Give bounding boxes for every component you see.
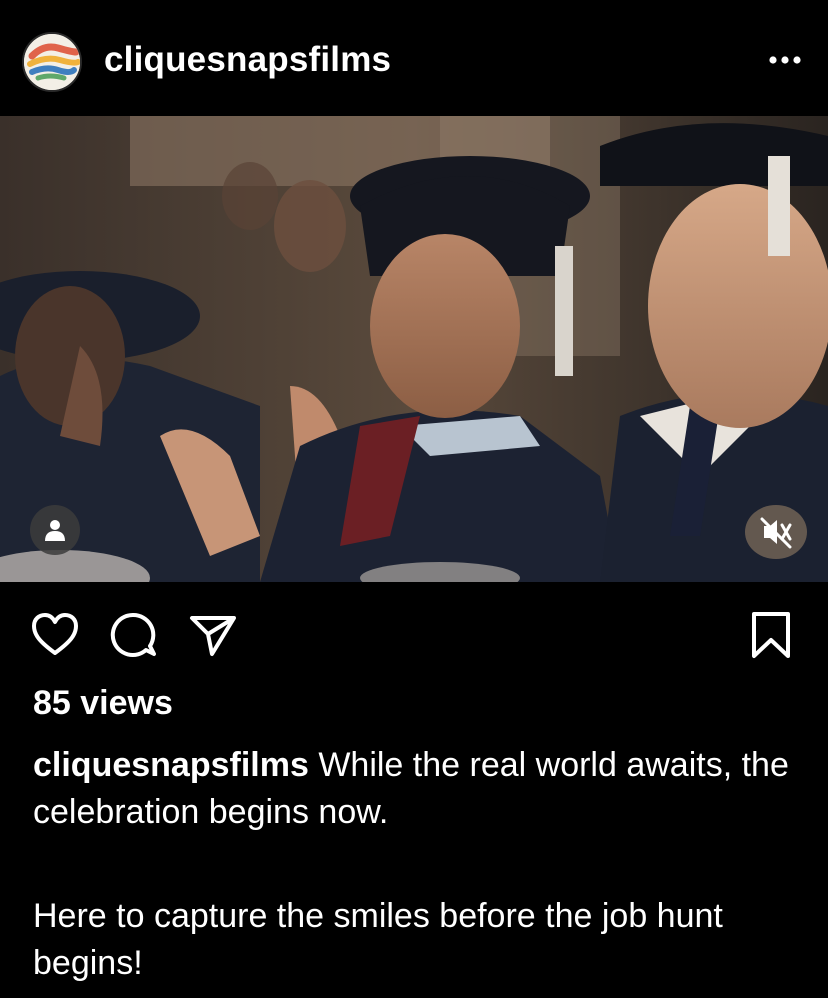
user-tag-icon <box>45 520 65 541</box>
video-frame-illustration <box>0 116 828 582</box>
post-actions <box>0 582 828 678</box>
speaker-muted-icon <box>745 505 807 559</box>
send-icon[interactable] <box>188 610 238 660</box>
tagged-users-button[interactable] <box>30 505 80 555</box>
post-video[interactable] <box>0 116 828 582</box>
caption-username[interactable]: cliquesnapsfilms <box>33 746 309 784</box>
profile-avatar[interactable] <box>22 32 82 92</box>
post-header: cliquesnapsfilms <box>0 0 828 116</box>
more-options-icon[interactable] <box>765 48 805 72</box>
bookmark-icon[interactable] <box>746 610 796 660</box>
heart-icon[interactable] <box>30 610 80 660</box>
caption-text-2: Here to capture the smiles before the jo… <box>33 897 723 982</box>
mute-toggle-button[interactable] <box>744 503 808 561</box>
caption-paragraph: cliquesnapsfilms While the real world aw… <box>33 742 803 836</box>
view-count[interactable]: 85 views <box>33 684 173 723</box>
comment-icon[interactable] <box>108 610 158 660</box>
username[interactable]: cliquesnapsfilms <box>104 40 391 80</box>
post-caption: cliquesnapsfilms While the real world aw… <box>33 742 803 987</box>
